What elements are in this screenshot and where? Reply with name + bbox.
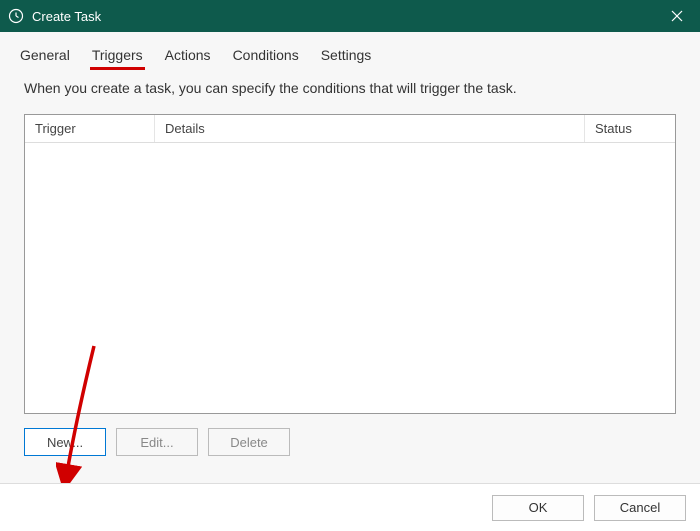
- content-area: General Triggers Actions Conditions Sett…: [0, 32, 700, 531]
- tab-actions[interactable]: Actions: [163, 46, 213, 70]
- clock-icon: [8, 8, 24, 24]
- tab-bar: General Triggers Actions Conditions Sett…: [18, 46, 682, 70]
- trigger-action-buttons: New... Edit... Delete: [24, 428, 676, 456]
- cancel-button[interactable]: Cancel: [594, 495, 686, 521]
- column-trigger[interactable]: Trigger: [25, 115, 155, 142]
- delete-button[interactable]: Delete: [208, 428, 290, 456]
- edit-button[interactable]: Edit...: [116, 428, 198, 456]
- titlebar: Create Task: [0, 0, 700, 32]
- tab-label: Triggers: [92, 47, 143, 63]
- column-label: Status: [595, 121, 632, 136]
- tab-description: When you create a task, you can specify …: [24, 80, 676, 96]
- window-title: Create Task: [32, 9, 101, 24]
- tab-conditions[interactable]: Conditions: [231, 46, 301, 70]
- tab-label: Settings: [321, 47, 372, 63]
- close-button[interactable]: [654, 0, 700, 32]
- tab-label: General: [20, 47, 70, 63]
- tab-general[interactable]: General: [18, 46, 72, 70]
- column-label: Details: [165, 121, 205, 136]
- ok-button[interactable]: OK: [492, 495, 584, 521]
- button-label: OK: [529, 500, 548, 515]
- tab-label: Conditions: [233, 47, 299, 63]
- button-label: Cancel: [620, 500, 660, 515]
- button-label: New...: [47, 435, 83, 450]
- button-label: Edit...: [140, 435, 173, 450]
- triggers-table[interactable]: Trigger Details Status: [24, 114, 676, 414]
- column-status[interactable]: Status: [585, 115, 675, 142]
- column-label: Trigger: [35, 121, 76, 136]
- tab-triggers[interactable]: Triggers: [90, 46, 145, 70]
- button-label: Delete: [230, 435, 268, 450]
- table-header: Trigger Details Status: [25, 115, 675, 143]
- tab-settings[interactable]: Settings: [319, 46, 374, 70]
- dialog-footer: OK Cancel: [0, 483, 700, 531]
- tab-label: Actions: [165, 47, 211, 63]
- new-button[interactable]: New...: [24, 428, 106, 456]
- column-details[interactable]: Details: [155, 115, 585, 142]
